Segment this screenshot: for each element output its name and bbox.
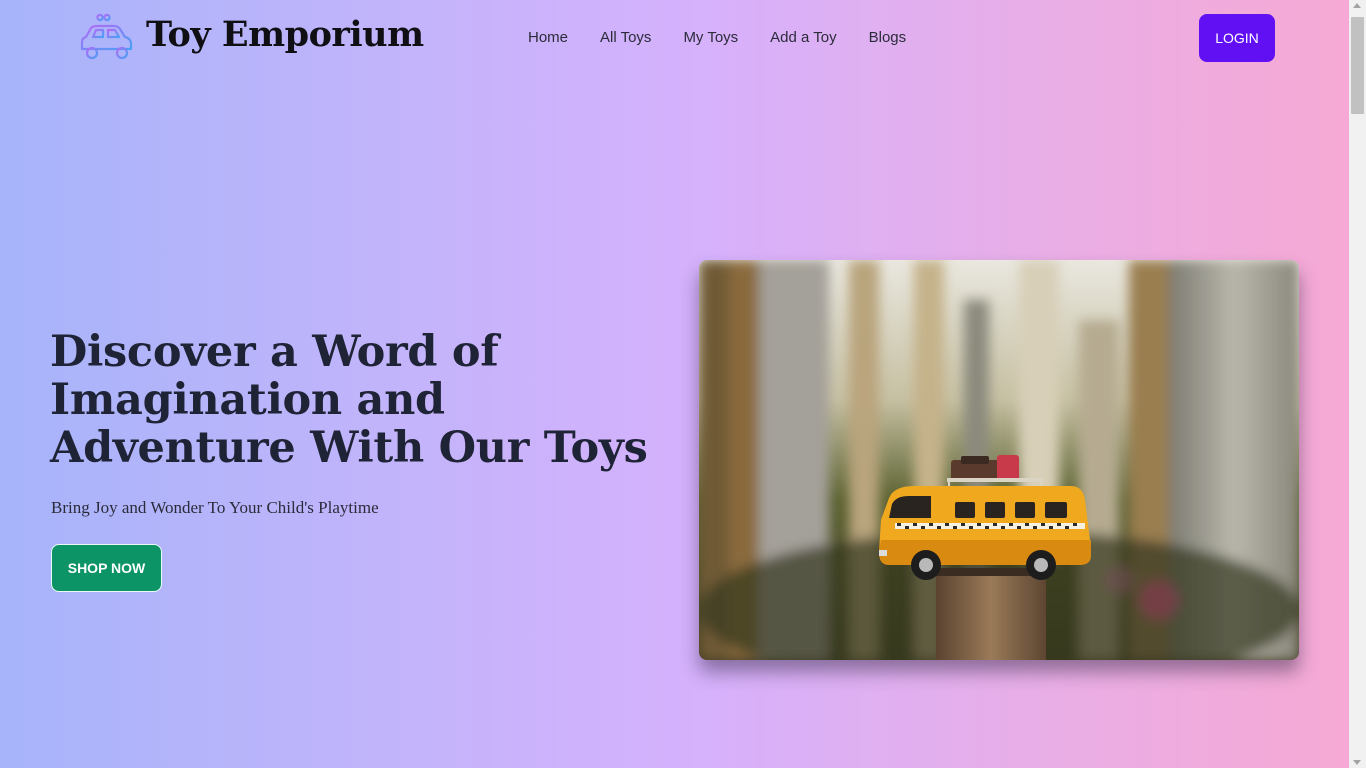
login-button[interactable]: LOGIN xyxy=(1199,14,1275,62)
nav-my-toys[interactable]: My Toys xyxy=(683,29,738,46)
hero-image xyxy=(699,260,1299,660)
brand-title[interactable]: Toy Emporium xyxy=(146,14,424,55)
page-background: Toy Emporium Home All Toys My Toys Add a… xyxy=(0,0,1349,768)
hero-headline: Discover a Word of Imagination and Adven… xyxy=(50,328,700,472)
toy-van-photo xyxy=(699,260,1299,660)
vertical-scrollbar[interactable] xyxy=(1349,0,1366,768)
hero-subtitle: Bring Joy and Wonder To Your Child's Pla… xyxy=(51,498,379,517)
scroll-down-arrow-icon[interactable] xyxy=(1353,760,1361,765)
scroll-thumb[interactable] xyxy=(1351,17,1364,114)
nav-all-toys[interactable]: All Toys xyxy=(600,29,651,46)
nav-home[interactable]: Home xyxy=(528,29,568,46)
main-nav: Home All Toys My Toys Add a Toy Blogs xyxy=(528,29,938,46)
shop-now-button[interactable]: SHOP NOW xyxy=(51,544,162,592)
toy-car-icon xyxy=(76,13,133,60)
hero-headline-line-2: Imagination and xyxy=(50,375,445,425)
hero-headline-line-1: Discover a Word of xyxy=(50,327,499,377)
nav-blogs[interactable]: Blogs xyxy=(869,29,907,46)
logo[interactable] xyxy=(76,13,134,63)
nav-add-a-toy[interactable]: Add a Toy xyxy=(770,29,836,46)
hero-headline-line-3: Adventure With Our Toys xyxy=(50,423,648,473)
scroll-up-arrow-icon[interactable] xyxy=(1353,3,1361,8)
